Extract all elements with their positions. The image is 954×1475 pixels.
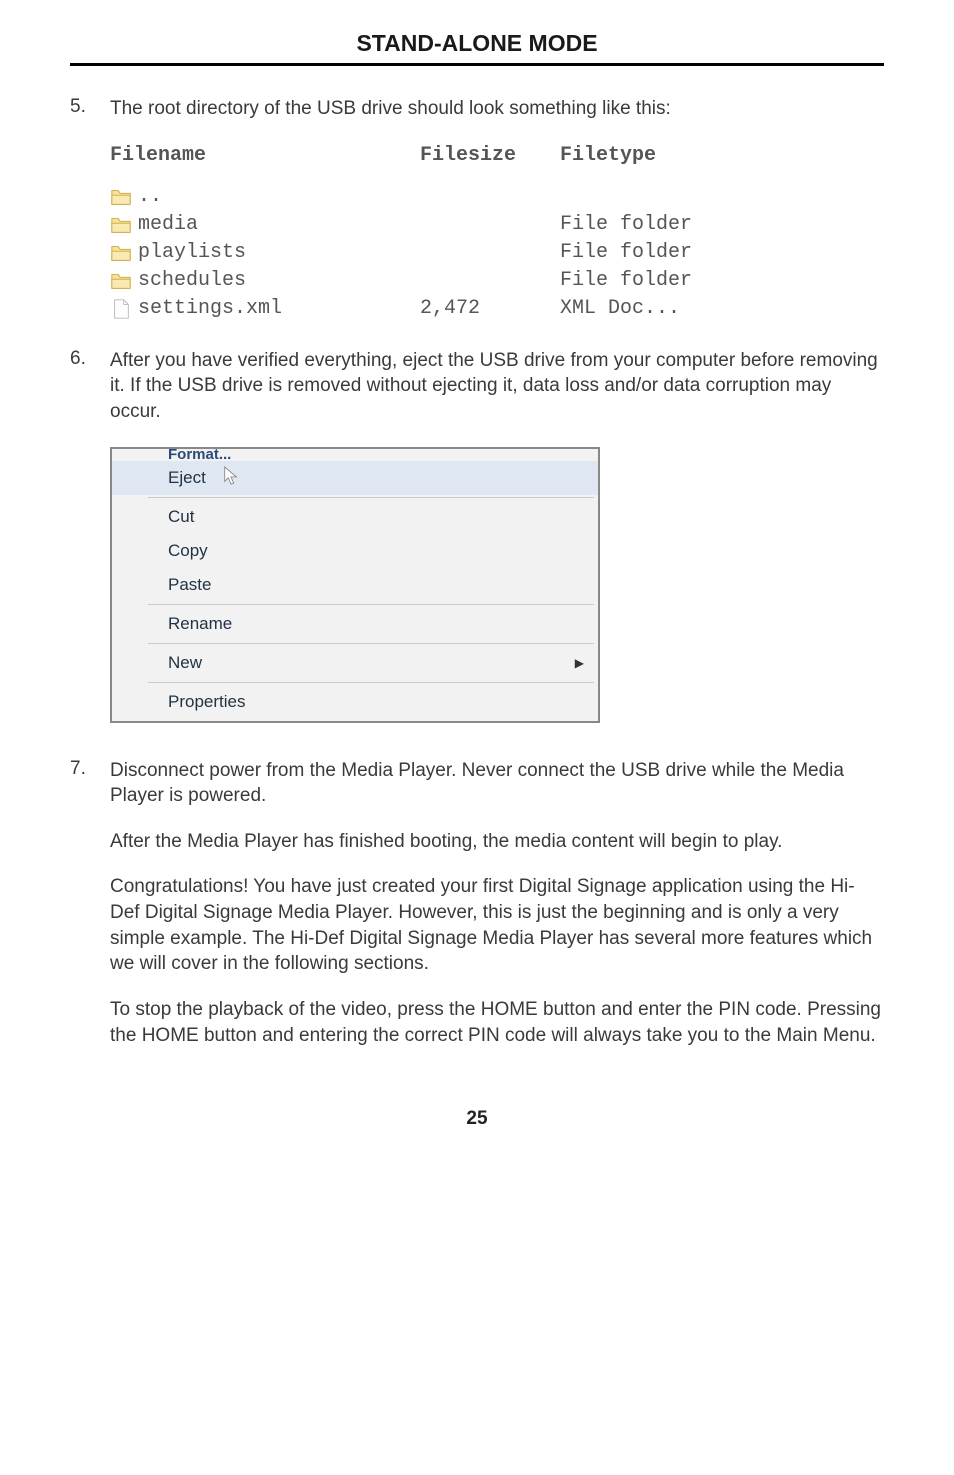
menu-item-rename[interactable]: Rename: [112, 607, 598, 641]
filename-cell: media: [138, 211, 198, 238]
step-6: 6. After you have verified everything, e…: [70, 348, 884, 425]
table-row: media File folder: [110, 211, 884, 239]
folder-icon: [110, 215, 132, 235]
menu-item-copy[interactable]: Copy: [112, 534, 598, 568]
menu-item-properties[interactable]: Properties: [112, 685, 598, 719]
filetype-cell: File folder: [560, 267, 760, 294]
table-row: settings.xml 2,472 XML Doc...: [110, 295, 884, 323]
menu-item-eject[interactable]: Eject: [112, 461, 598, 495]
header-filesize: Filesize: [420, 142, 560, 169]
table-row: playlists File folder: [110, 239, 884, 267]
table-row: schedules File folder: [110, 267, 884, 295]
filename-cell: playlists: [138, 239, 246, 266]
menu-item-label: Eject: [168, 468, 206, 487]
step-7-p1: Disconnect power from the Media Player. …: [110, 758, 884, 809]
menu-item-label: New: [168, 653, 202, 672]
cursor-icon: [222, 465, 240, 487]
menu-item-paste[interactable]: Paste: [112, 568, 598, 602]
filetype-cell: File folder: [560, 211, 760, 238]
filename-cell: ..: [138, 183, 162, 210]
folder-icon: [110, 187, 132, 207]
filename-cell: schedules: [138, 267, 246, 294]
folder-icon: [110, 243, 132, 263]
menu-separator: [148, 497, 594, 498]
step-number: 7.: [70, 758, 110, 1049]
step-7-p4: To stop the playback of the video, press…: [110, 997, 884, 1048]
menu-item-cut[interactable]: Cut: [112, 500, 598, 534]
step-5: 5. The root directory of the USB drive s…: [70, 96, 884, 323]
context-menu: Format... Eject Cut Copy Paste Rename Ne…: [110, 447, 600, 723]
page-number: 25: [70, 1108, 884, 1130]
submenu-arrow-icon: ▶: [575, 656, 584, 670]
directory-listing: Filename Filesize Filetype ..: [110, 142, 884, 323]
file-icon: [110, 298, 132, 320]
step-7: 7. Disconnect power from the Media Playe…: [70, 758, 884, 1049]
table-row: ..: [110, 183, 884, 211]
filetype-cell: File folder: [560, 239, 760, 266]
step-7-p3: Congratulations! You have just created y…: [110, 874, 884, 977]
filename-cell: settings.xml: [138, 295, 282, 322]
filesize-cell: 2,472: [420, 295, 560, 322]
menu-item-new[interactable]: New ▶: [112, 646, 598, 680]
step-number: 5.: [70, 96, 110, 323]
folder-icon: [110, 271, 132, 291]
step-5-text: The root directory of the USB drive shou…: [110, 96, 884, 122]
step-6-text: After you have verified everything, ejec…: [110, 348, 884, 425]
step-number: 6.: [70, 348, 110, 425]
header-filename: Filename: [110, 142, 420, 169]
menu-separator: [148, 682, 594, 683]
header-filetype: Filetype: [560, 142, 760, 169]
page-title: STAND-ALONE MODE: [70, 30, 884, 66]
step-7-p2: After the Media Player has finished boot…: [110, 829, 884, 855]
menu-separator: [148, 604, 594, 605]
menu-separator: [148, 643, 594, 644]
menu-item-format[interactable]: Format...: [112, 449, 598, 461]
filetype-cell: XML Doc...: [560, 295, 760, 322]
